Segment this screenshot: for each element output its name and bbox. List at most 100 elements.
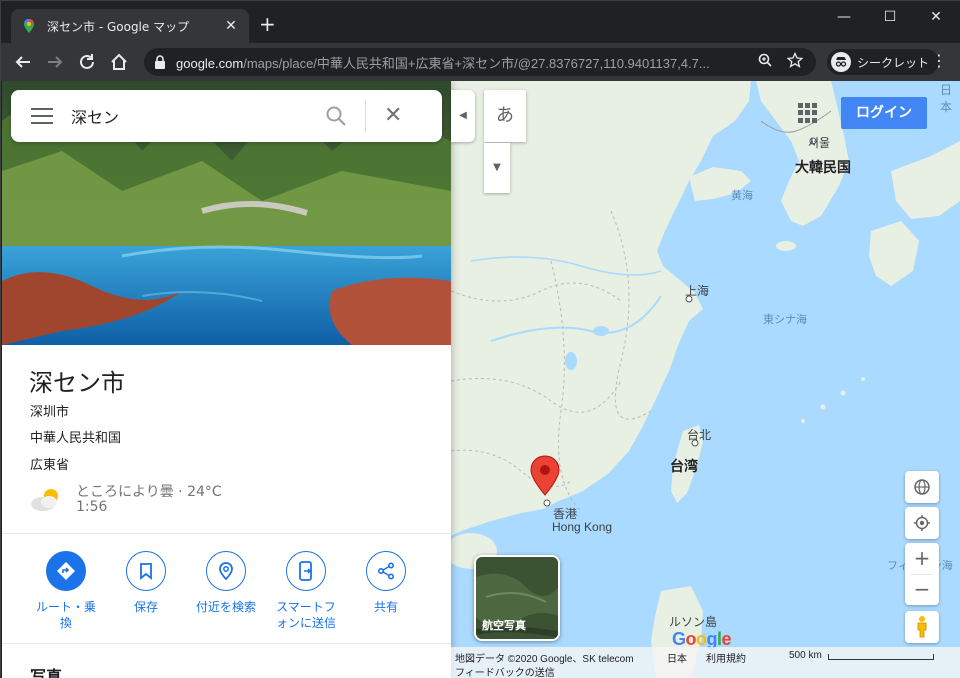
forward-arrow-icon [48, 56, 63, 68]
reload-button[interactable] [76, 51, 98, 73]
send-to-phone-button[interactable]: スマートフォンに送信 [266, 551, 346, 631]
input-tools-button[interactable]: あ [484, 90, 526, 142]
scale-bar [828, 654, 934, 660]
nearby-search-button[interactable]: 付近を検索 [186, 551, 266, 615]
directions-label-line1: ルート・乗 [35, 600, 96, 614]
search-divider [365, 100, 366, 132]
search-input[interactable] [71, 106, 321, 126]
nearby-label: 付近を検索 [195, 600, 256, 614]
reload-icon [80, 54, 94, 69]
login-button[interactable]: ログイン [841, 97, 927, 129]
scale-label: 500 km [789, 650, 822, 661]
google-maps-favicon-icon [24, 19, 34, 33]
maximize-button[interactable]: ☐ [867, 1, 913, 33]
send-to-phone-line2: ォンに送信 [275, 616, 336, 630]
browser-tab[interactable]: 深セン市 - Google マップ ✕ [11, 9, 249, 43]
send-to-phone-label: スマートフォンに送信 [266, 599, 346, 631]
tab-title: 深セン市 - Google マップ [47, 19, 190, 34]
place-local-name: 深圳市 [30, 405, 70, 420]
zoom-icon[interactable] [754, 53, 776, 71]
tab-close-icon[interactable]: ✕ [223, 18, 239, 34]
feedback-link[interactable]: フィードバックの送信 [455, 664, 555, 678]
street-view-pegman[interactable] [905, 611, 939, 643]
map-label-japan-edge: 日本 [940, 83, 953, 114]
weather-time: 1:56 [76, 499, 108, 515]
input-tools-dropdown-icon[interactable]: ▼ [484, 143, 510, 193]
incognito-badge[interactable]: シークレット [827, 49, 940, 75]
close-window-button[interactable]: ✕ [913, 1, 959, 33]
zoom-divider [911, 574, 933, 575]
share-icon [366, 551, 406, 591]
home-icon [111, 53, 127, 70]
lock-icon [155, 55, 165, 69]
my-location-button[interactable] [905, 507, 939, 539]
nearby-icon [206, 551, 246, 591]
map-label-korea: 大韓民国 [795, 159, 851, 175]
weather-summary: ところにより曇 · 24°C [76, 484, 222, 500]
search-icon[interactable] [325, 105, 347, 127]
my-location-icon [914, 515, 930, 531]
incognito-label: シークレット [857, 55, 930, 70]
pegman-icon [917, 616, 927, 638]
satellite-layer-button[interactable]: 航空写真 [474, 555, 560, 641]
save-label: 保存 [133, 600, 158, 614]
bookmark-star-icon[interactable] [784, 51, 806, 72]
photos-heading: 写真 [30, 667, 63, 678]
map-data-attribution: 地図データ ©2020 Google、SK telecom [455, 654, 634, 665]
url-text[interactable]: google.com/maps/place/中華人民共和国+広東省+深セン市/@… [176, 53, 746, 72]
globe-icon [914, 479, 930, 495]
place-title: 深セン市 [29, 369, 125, 397]
browser-window: 深セン市 - Google マップ ✕ + — ☐ ✕ google.com/m… [0, 0, 960, 678]
send-to-phone-icon [286, 551, 326, 591]
google-apps-icon[interactable] [798, 103, 818, 123]
share-button[interactable]: 共有 [346, 551, 426, 615]
directions-icon [46, 551, 86, 591]
zoom-in-button[interactable]: + [905, 543, 939, 574]
map-footer: 地図データ ©2020 Google、SK telecom 日本 利用規約 50… [451, 647, 960, 678]
collapse-panel-button[interactable]: ◀ [451, 90, 475, 142]
place-panel: ✕ 深セン市 深圳市 中華人民共和国 広東省 ところにより曇 · 24°C 1:… [2, 81, 451, 678]
directions-label-line2: 換 [59, 616, 72, 630]
section-divider-2 [2, 643, 451, 644]
zoom-out-button[interactable]: − [905, 574, 939, 605]
map-label-luzon: ルソン島 [669, 615, 718, 629]
satellite-label: 航空写真 [482, 619, 526, 632]
url-host: google.com [176, 55, 244, 71]
map-label-east-china-sea: 東シナ海 [763, 314, 807, 326]
incognito-icon [831, 52, 851, 72]
search-box: ✕ [11, 90, 442, 142]
bookmark-icon [126, 551, 166, 591]
browser-toolbar: google.com/maps/place/中華人民共和国+広東省+深セン市/@… [1, 43, 960, 81]
clear-search-icon[interactable]: ✕ [384, 105, 402, 127]
maps-content: 서울 大韓民国 黄海 上海 東シナ海 台北 台湾 香港 Hong Kong ルソ… [2, 81, 960, 678]
directions-button[interactable]: ルート・乗換 [26, 551, 106, 631]
globe-view-button[interactable] [905, 471, 939, 503]
send-to-phone-line1: スマートフ [276, 600, 336, 614]
minimize-button[interactable]: — [821, 1, 867, 33]
map-label-taipei: 台北 [687, 428, 712, 442]
home-button[interactable] [108, 51, 130, 73]
action-buttons: ルート・乗換 保存 付近を検索 スマートフ ォンに送信 共有 [2, 551, 451, 641]
partly-cloudy-icon [31, 489, 58, 511]
map-label-seoul: 서울 [808, 136, 831, 150]
address-bar[interactable]: google.com/maps/place/中華人民共和国+広東省+深セン市/@… [144, 48, 816, 76]
new-tab-button[interactable]: + [259, 14, 276, 34]
url-path: /maps/place/中華人民共和国+広東省+深セン市/@27.8376727… [243, 55, 710, 71]
map-label-yellow-sea: 黄海 [731, 190, 753, 202]
map-label-hongkong-en: Hong Kong [552, 520, 613, 534]
save-button[interactable]: 保存 [106, 551, 186, 615]
hamburger-menu-icon[interactable] [31, 108, 53, 124]
zoom-controls: + − [905, 543, 939, 605]
place-country: 中華人民共和国 [30, 431, 122, 446]
section-divider [2, 533, 451, 534]
terms-link[interactable]: 利用規約 [706, 650, 746, 665]
forward-button[interactable] [44, 51, 66, 73]
map-label-taiwan: 台湾 [670, 458, 698, 474]
title-bar: 深セン市 - Google マップ ✕ + — ☐ ✕ [1, 1, 960, 43]
region-link[interactable]: 日本 [667, 650, 687, 665]
back-arrow-icon [15, 56, 30, 68]
share-label: 共有 [373, 600, 398, 614]
map-label-shanghai: 上海 [685, 284, 710, 298]
back-button[interactable] [12, 51, 34, 73]
browser-menu-icon[interactable]: ⋮ [931, 53, 947, 69]
